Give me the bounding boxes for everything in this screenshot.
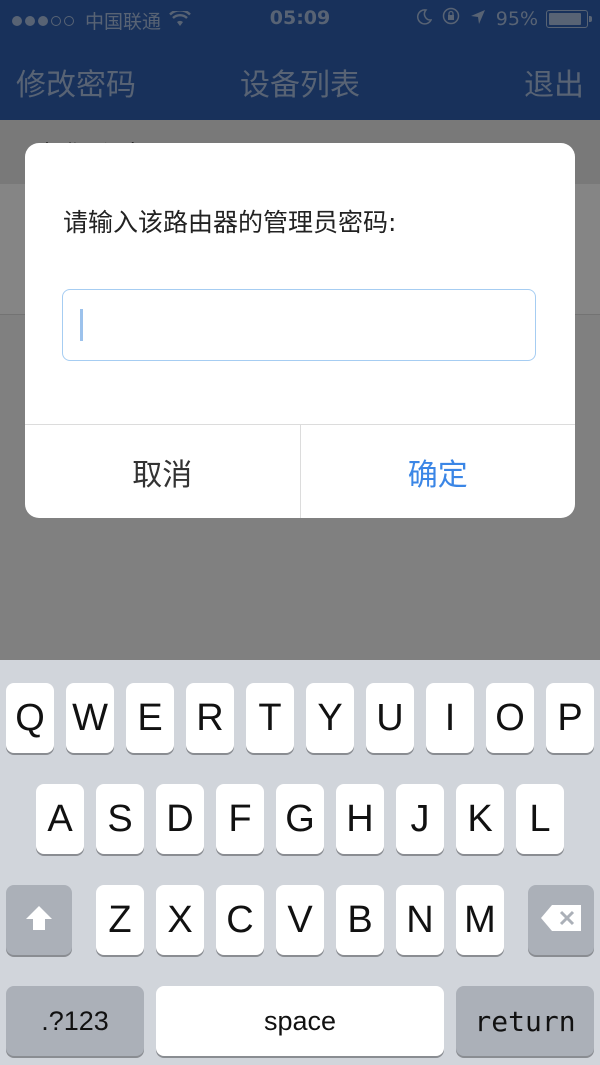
key-y[interactable]: Y	[306, 683, 354, 753]
backspace-icon	[540, 899, 582, 942]
key-q[interactable]: Q	[6, 683, 54, 753]
key-d[interactable]: D	[156, 784, 204, 854]
confirm-button[interactable]: 确定	[301, 425, 576, 518]
numbers-key[interactable]: .?123	[6, 986, 144, 1056]
key-x[interactable]: X	[156, 885, 204, 955]
key-f[interactable]: F	[216, 784, 264, 854]
key-l[interactable]: L	[516, 784, 564, 854]
text-caret	[80, 309, 83, 341]
return-key[interactable]: return	[456, 986, 594, 1056]
delete-key[interactable]	[528, 885, 594, 955]
key-z[interactable]: Z	[96, 885, 144, 955]
key-u[interactable]: U	[366, 683, 414, 753]
key-s[interactable]: S	[96, 784, 144, 854]
key-p[interactable]: P	[546, 683, 594, 753]
alert-button-row: 取消 确定	[25, 424, 575, 518]
key-b[interactable]: B	[336, 885, 384, 955]
key-j[interactable]: J	[396, 784, 444, 854]
key-h[interactable]: H	[336, 784, 384, 854]
key-m[interactable]: M	[456, 885, 504, 955]
cancel-button[interactable]: 取消	[25, 425, 301, 518]
admin-password-input[interactable]	[62, 289, 536, 361]
password-alert-dialog: 请输入该路由器的管理员密码: 取消 确定	[25, 143, 575, 518]
key-v[interactable]: V	[276, 885, 324, 955]
key-e[interactable]: E	[126, 683, 174, 753]
key-r[interactable]: R	[186, 683, 234, 753]
key-a[interactable]: A	[36, 784, 84, 854]
key-i[interactable]: I	[426, 683, 474, 753]
key-g[interactable]: G	[276, 784, 324, 854]
shift-arrow-icon	[24, 899, 54, 942]
key-w[interactable]: W	[66, 683, 114, 753]
shift-key[interactable]	[6, 885, 72, 955]
keyboard: Q W E R T Y U I O P A S D F G H J K L Z …	[0, 660, 600, 1065]
key-t[interactable]: T	[246, 683, 294, 753]
key-c[interactable]: C	[216, 885, 264, 955]
space-key[interactable]: space	[156, 986, 444, 1056]
key-n[interactable]: N	[396, 885, 444, 955]
key-k[interactable]: K	[456, 784, 504, 854]
alert-message: 请输入该路由器的管理员密码:	[63, 208, 397, 237]
key-o[interactable]: O	[486, 683, 534, 753]
